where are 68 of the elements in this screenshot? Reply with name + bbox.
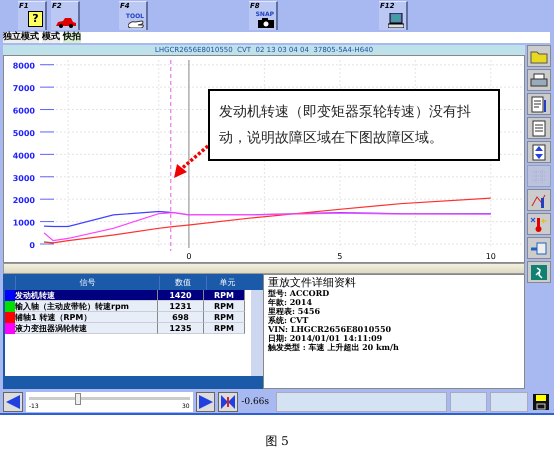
y-tick-label: 8000: [12, 62, 36, 71]
hand-icon: [128, 20, 144, 28]
detail-line: VIN: LHGCR2656E8010550: [268, 325, 392, 334]
slider-thumb[interactable]: [75, 393, 82, 405]
table-cell: 辅轴1 转速（RPM）: [15, 312, 158, 323]
horizontal-scrollbar[interactable]: [3, 263, 525, 274]
toolbar-button[interactable]: [527, 93, 551, 115]
callout-note: 发动机转速（即变矩器泵轮转速）没有抖动，说明故障区域在下图故障区域。: [208, 89, 500, 161]
figure-caption: 图 5: [264, 433, 290, 450]
y-tick-label: 0: [29, 241, 36, 250]
table-cell: 输入轴（主动皮带轮）转速rpm: [15, 301, 158, 312]
x-tick-label: 5: [337, 252, 342, 261]
y-tick-label: 3000: [12, 174, 36, 183]
status-field: [450, 392, 488, 412]
document-pen-icon: [529, 94, 549, 114]
x-tick-label: 0: [186, 252, 192, 261]
mode-tab[interactable]: 独立模式: [3, 32, 39, 43]
y-tick-label: 7000: [12, 84, 36, 94]
mode-tab[interactable]: 模式: [42, 32, 60, 43]
table-row[interactable]: 液力变扭器涡轮转速 1235 RPM: [5, 323, 251, 334]
table-cell: 1420: [158, 290, 204, 301]
camera-icon: [258, 18, 274, 28]
table-cell: 1231: [158, 301, 204, 312]
detail-line: 型号: ACCORD: [268, 289, 330, 298]
y-tick-label: 5000: [12, 128, 36, 138]
table-cell: 698: [158, 312, 204, 323]
printer-icon: [529, 70, 549, 90]
right-arrow-icon: [198, 394, 214, 410]
table-row[interactable]: 辅轴1 转速（RPM） 698 RPM: [5, 312, 251, 323]
table-cell: 发动机转速: [15, 290, 158, 301]
detail-line: 年款: 2014: [268, 298, 314, 307]
step-forward-button[interactable]: [196, 392, 216, 412]
thermometer-icon: [529, 214, 549, 234]
detail-line: 系统: CVT: [268, 316, 310, 325]
computer-icon: [388, 13, 404, 28]
table-cell: RPM: [204, 312, 245, 323]
detail-line: 触发类型 : 车速 上升超出 20 km/h: [268, 343, 400, 352]
exit-door-icon: [529, 262, 549, 282]
table-cell: 液力变扭器涡轮转速: [15, 323, 158, 334]
status-field: [490, 392, 528, 412]
y-tick-label: 4000: [12, 151, 36, 160]
car-icon: [56, 18, 76, 28]
mode-tab[interactable]: 快拍: [63, 32, 81, 43]
vertical-scrollbar[interactable]: [251, 290, 263, 376]
details-title: 重放文件详细资料: [268, 276, 357, 289]
time-reading: -0.66s: [241, 397, 270, 407]
y-tick-label: 1000: [12, 218, 36, 228]
table-cell: 1235: [158, 323, 204, 334]
toolbar-button[interactable]: [527, 69, 551, 91]
toolbar-button[interactable]: [527, 117, 551, 139]
table-cell: RPM: [204, 290, 245, 301]
toolbar-button[interactable]: [527, 141, 551, 163]
table-cell: RPM: [204, 323, 245, 334]
table-row[interactable]: 发动机转速 1420 RPM: [5, 290, 251, 301]
y-tick-label: 6000: [12, 106, 36, 116]
step-back-button[interactable]: [3, 392, 23, 412]
marker-button[interactable]: [218, 392, 238, 412]
help-icon: ?: [28, 11, 43, 27]
detail-line: 里程表: 5456: [268, 307, 322, 316]
x-tick-label: 10: [486, 252, 496, 261]
left-arrow-icon: [4, 394, 21, 410]
save-button[interactable]: [531, 392, 552, 412]
table-cell: RPM: [204, 301, 245, 312]
chart-panel: 0 1000 2000 3000 4000 5000 6000 7000 8000 0 5 10 发动机转速（即变矩器泵轮转速）没有抖动，说明故障区域在下图故障区域。: [3, 55, 525, 263]
detail-line: 日期: 2014/01/01 14:11:09: [268, 334, 384, 343]
y-tick-label: 2000: [12, 196, 36, 206]
bowtie-icon: [220, 394, 236, 410]
dotted-arrow: [174, 144, 210, 178]
